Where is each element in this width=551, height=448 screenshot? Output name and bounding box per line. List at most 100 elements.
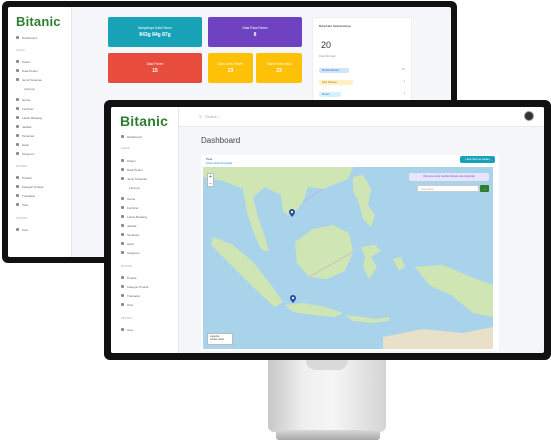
zoom-in-button[interactable]: + <box>208 174 213 181</box>
back-sidebar-label: Telegram <box>22 151 35 156</box>
sidebar-item[interactable]: Jenis Tanaman <box>121 176 147 181</box>
back-sidebar-item[interactable]: Jenis Tanaman <box>16 77 42 82</box>
zoom-out-button[interactable]: − <box>208 181 213 188</box>
back-sidebar-label: Toko <box>22 202 29 207</box>
back-sidebar-item[interactable]: Kategori Produk <box>16 184 44 189</box>
map-view[interactable]: + − Klik peta untuk melihat latitude dan… <box>203 167 493 349</box>
stand-cutout <box>306 360 348 370</box>
stat-card-label: Data Panen <box>146 62 164 66</box>
status-badge: Telur Perkutut <box>319 80 353 85</box>
sidebar-item[interactable]: Toko <box>121 302 133 307</box>
sidebar-item[interactable]: Transaksi <box>121 293 140 298</box>
sidebar-item[interactable]: Tanaman <box>121 232 139 237</box>
sidebar-label: Telegram <box>127 250 140 255</box>
back-sidebar-label: Transaksi <box>22 193 35 198</box>
store-icon <box>121 303 124 306</box>
sidebar-item[interactable]: Fertilizer <box>121 205 139 210</box>
stat-card-label: Data Pasa Panen <box>242 26 268 30</box>
sidebar-label: Jadwal <box>127 223 137 228</box>
stat-card-teal: Banyaknya Data Panen 843g 84g 87g <box>108 17 202 47</box>
back-sidebar-item-dashboard[interactable]: Dashboard <box>16 35 37 40</box>
tag-icon <box>16 185 19 188</box>
store-icon <box>16 203 19 206</box>
zoom-control[interactable]: + − <box>207 173 214 187</box>
front-sidebar: Bitanic Dashboard Lahan Petani Data Peta… <box>111 107 179 353</box>
front-screen: Bitanic Dashboard Lahan Petani Data Peta… <box>111 107 544 353</box>
sidebar-label: Fertilizer <box>127 205 139 210</box>
sidebar-item[interactable]: Hama <box>121 196 135 201</box>
sidebar-section-setting: Setting <box>121 317 133 320</box>
back-sidebar-item[interactable]: Jadwal <box>16 124 31 129</box>
search-placeholder: Search... <box>204 114 221 119</box>
back-sidebar-label: Fertilizer <box>22 106 34 111</box>
location-search-input[interactable]: Cari lokasi <box>417 185 479 192</box>
back-sidebar-item[interactable]: Data Petani <box>16 68 38 73</box>
back-sidebar-label: User <box>22 227 29 232</box>
sidebar-item-dashboard[interactable]: Dashboard <box>121 134 142 139</box>
sidebar-item[interactable]: User <box>121 327 133 332</box>
back-sidebar-item[interactable]: Toko <box>16 202 28 207</box>
location-search-button[interactable]: → <box>480 185 489 192</box>
sidebar-label: User <box>127 327 134 332</box>
harvest-icon <box>121 242 124 245</box>
sidebar-item[interactable]: Kategori Produk <box>121 284 149 289</box>
plant-icon <box>121 233 124 236</box>
badge-count: 1 <box>403 80 405 83</box>
summary-number: 20 <box>321 40 332 50</box>
back-sidebar-item[interactable]: Transaksi <box>16 193 35 198</box>
sidebar-item[interactable]: Jadwal <box>121 223 136 228</box>
sidebar-item[interactable]: Data Petani <box>121 167 143 172</box>
back-sidebar-item[interactable]: Produk <box>16 175 32 180</box>
search-input[interactable]: ⚲ Search... <box>199 114 221 119</box>
back-sidebar-label: Produk <box>22 175 32 180</box>
back-sidebar-item[interactable]: Lahan Bawang <box>16 115 42 120</box>
user-icon <box>121 328 124 331</box>
back-logo: Bitanic <box>16 14 61 29</box>
scene: Bitanic Dashboard Lahan Petani Data Peta… <box>0 0 551 448</box>
sidebar-item[interactable]: Produk <box>121 275 137 280</box>
search-icon: ⚲ <box>199 114 202 119</box>
box-icon <box>16 176 19 179</box>
topbar: ⚲ Search... <box>179 107 544 127</box>
sidebar-item[interactable]: Lainnya <box>129 185 140 190</box>
sidebar-item[interactable]: Lahan Bawang <box>121 214 147 219</box>
map-card-subtitle[interactable]: Lihat Lokasi Perangkat <box>206 162 232 165</box>
map-legend: Legenda Lokasi Lahan <box>207 333 233 345</box>
back-sidebar-item[interactable]: Tanaman <box>16 133 34 138</box>
back-sidebar-label: Kategori Produk <box>22 184 44 189</box>
map-card-title: Peta <box>206 157 213 161</box>
page-title: Dashboard <box>201 136 241 145</box>
back-sidebar-item[interactable]: Telegram <box>16 151 34 156</box>
map-pin-icon[interactable] <box>289 209 295 217</box>
view-all-fields-button[interactable]: Lihat Semua Lahan <box>460 156 495 163</box>
avatar[interactable] <box>524 111 534 121</box>
sidebar-item[interactable]: Telegram <box>121 250 139 255</box>
telegram-icon <box>121 251 124 254</box>
summary-subtitle: Data Berhasil <box>319 54 336 58</box>
field-icon <box>16 116 19 119</box>
map-pin-icon[interactable] <box>290 295 296 303</box>
back-sidebar-item[interactable]: Hama <box>16 97 30 102</box>
back-sidebar-item[interactable]: User <box>16 227 28 232</box>
tag-icon <box>121 285 124 288</box>
badge-count: 1 <box>403 92 405 95</box>
back-sidebar-section-setting: Setting <box>16 217 28 220</box>
front-monitor: Bitanic Dashboard Lahan Petani Data Peta… <box>104 100 551 360</box>
sidebar-item[interactable]: Petani <box>121 158 136 163</box>
back-sidebar-item[interactable]: Hasil <box>16 142 29 147</box>
back-sidebar-item[interactable]: Petani <box>16 59 31 64</box>
back-sidebar-label: Dashboard <box>22 35 37 40</box>
back-sidebar-item[interactable]: Lainnya <box>24 86 35 91</box>
stat-card-value: 23 <box>227 68 234 74</box>
calendar-icon <box>16 125 19 128</box>
flask-icon <box>121 206 124 209</box>
user-icon <box>121 159 124 162</box>
sidebar-section-lahan: Lahan <box>121 147 130 150</box>
back-sidebar-label: Tanaman <box>22 133 35 138</box>
sidebar-label: Jenis Tanaman <box>127 176 148 181</box>
sidebar-item[interactable]: Hasil <box>121 241 134 246</box>
user-icon <box>16 228 19 231</box>
back-sidebar-item[interactable]: Fertilizer <box>16 106 34 111</box>
stand-base <box>276 430 380 440</box>
bug-icon <box>121 197 124 200</box>
